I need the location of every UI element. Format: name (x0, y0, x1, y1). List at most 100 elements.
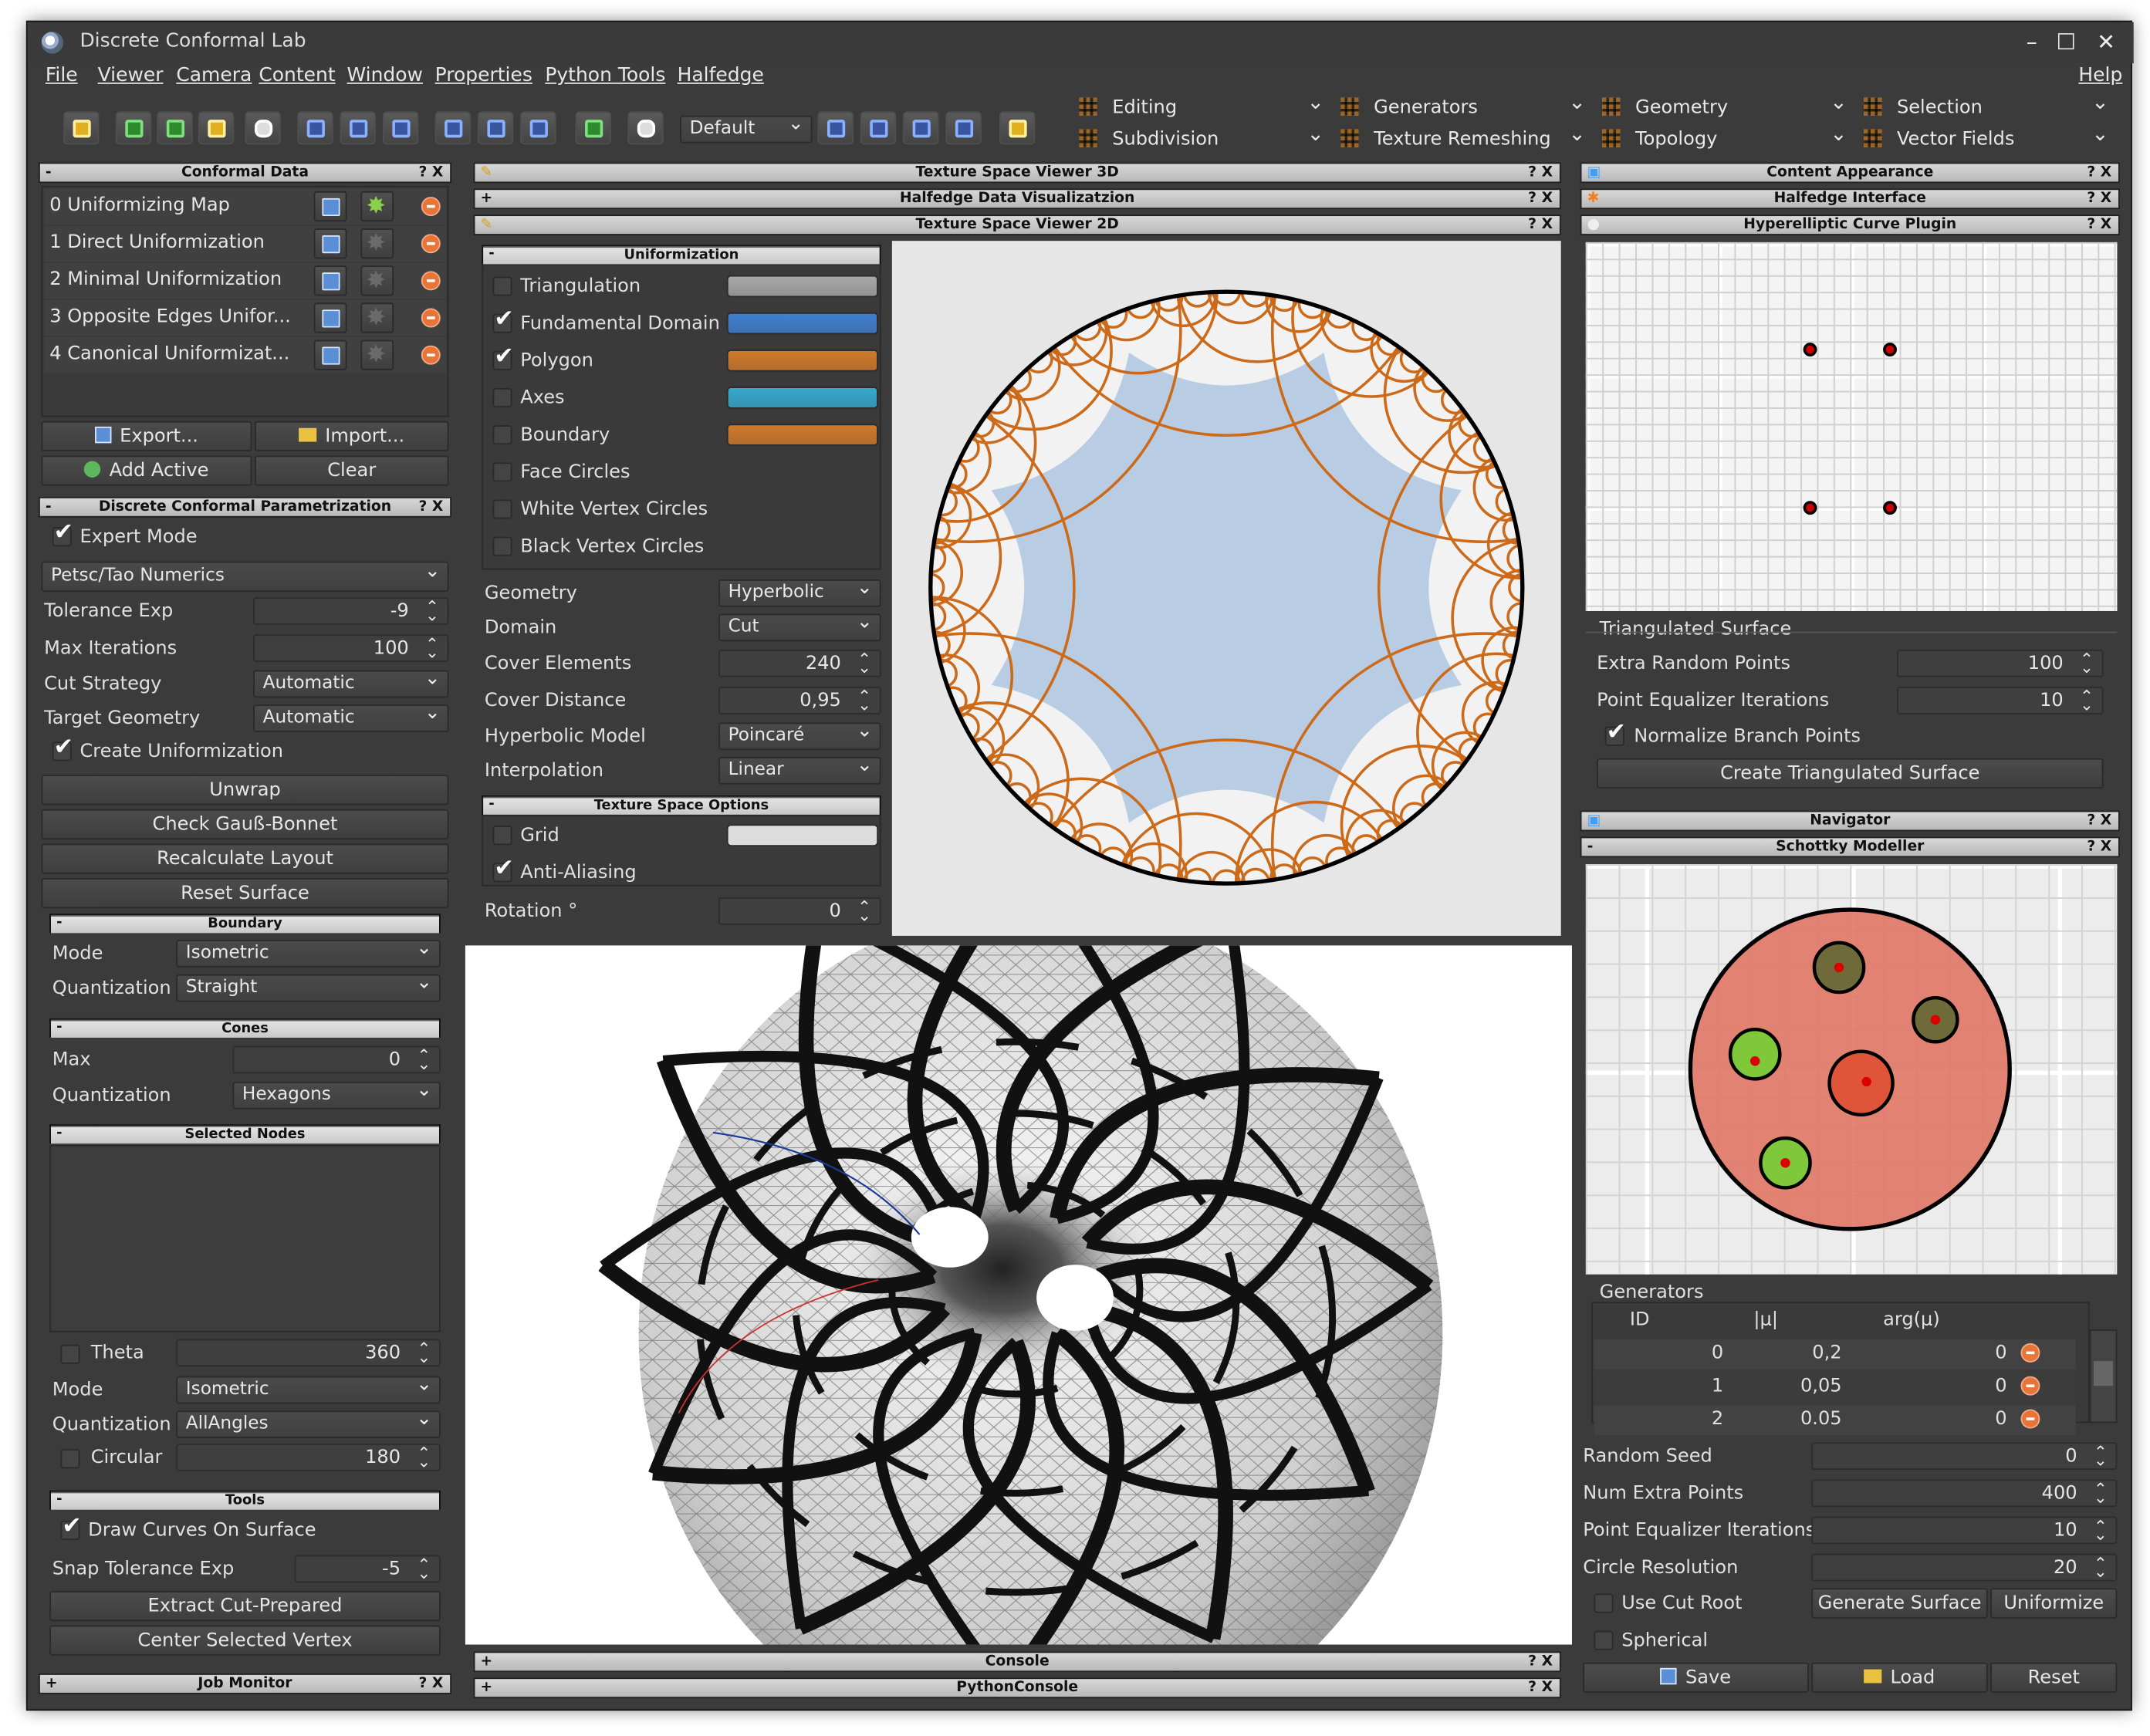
generator-circle[interactable] (1728, 1027, 1782, 1081)
python-icon[interactable] (999, 111, 1036, 145)
view-side-icon[interactable] (477, 111, 514, 145)
schottky-canvas[interactable] (1585, 864, 2118, 1275)
generator-center[interactable] (1834, 962, 1844, 973)
gear-icon[interactable]: ✸ (360, 228, 394, 259)
tolerance-spinner[interactable]: -9 (253, 595, 449, 627)
cones-header[interactable]: - Cones (49, 1018, 441, 1038)
random-seed-spinner[interactable]: 0 (1811, 1440, 2118, 1473)
layout-3-icon[interactable] (903, 111, 939, 145)
gear-icon[interactable]: ✸ (360, 339, 394, 370)
plugin-vector-fields[interactable]: Vector Fields (1858, 120, 2117, 153)
layout-2-icon[interactable] (860, 111, 897, 145)
zoom-icon[interactable] (198, 111, 235, 145)
nodes-mode-select[interactable]: Isometric (176, 1372, 441, 1404)
numerics-select[interactable]: Petsc/Tao Numerics (41, 557, 449, 592)
load-button[interactable]: Load (1811, 1662, 1988, 1693)
cover-distance-spinner[interactable]: 0,95 (718, 684, 881, 717)
layout-4-icon[interactable] (945, 111, 982, 145)
branch-point[interactable] (1883, 343, 1897, 356)
generator-center[interactable] (1780, 1157, 1790, 1168)
remove-icon[interactable] (421, 197, 441, 217)
reset-surface-button[interactable]: Reset Surface (41, 878, 449, 909)
halfedge-visualization-header[interactable]: + Halfedge Data Visualizatzion? X (473, 188, 1561, 210)
texture-space-2d-viewport[interactable] (891, 241, 1561, 936)
tsv2d-header[interactable]: ✎ Texture Space Viewer 2D? X (473, 214, 1561, 236)
view-front-icon[interactable] (434, 111, 472, 145)
rotation-spinner[interactable]: 0 (718, 894, 881, 927)
nodes-quantization-select[interactable]: AllAngles (176, 1407, 441, 1438)
menu-halfedge[interactable]: Halfedge (678, 65, 764, 87)
layer-checkbox[interactable] (492, 462, 512, 482)
draw-curves-checkbox[interactable] (60, 1512, 82, 1540)
menu-camera[interactable]: Camera (176, 65, 252, 87)
generator-circle[interactable] (1827, 1049, 1895, 1117)
layer-checkbox[interactable] (492, 306, 514, 333)
remove-icon[interactable] (421, 345, 441, 365)
use-cut-root-checkbox[interactable] (1594, 1593, 1614, 1613)
layer-checkbox[interactable] (492, 276, 512, 296)
menu-properties[interactable]: Properties (435, 65, 532, 87)
select-face-icon[interactable] (382, 111, 419, 145)
reset-button[interactable]: Reset (1990, 1662, 2118, 1693)
schottky-header[interactable]: - Schottky Modeller? X (1580, 836, 2120, 858)
sphere-icon[interactable] (245, 111, 281, 145)
plugin-editing[interactable]: Editing (1073, 88, 1332, 121)
layer-checkbox[interactable] (492, 343, 514, 370)
save-icon[interactable] (313, 265, 347, 296)
list-item[interactable]: 4 Canonical Uniformizat... ✸ (44, 337, 446, 373)
add-active-button[interactable]: Add Active (41, 455, 252, 486)
save-icon[interactable] (313, 191, 347, 222)
import-button[interactable]: Import... (254, 420, 449, 452)
snap-tolerance-spinner[interactable]: -5 (294, 1552, 441, 1586)
create-uniformization-checkbox[interactable] (52, 734, 73, 762)
circle-resolution-spinner[interactable]: 20 (1811, 1551, 2118, 1584)
plugin-selection[interactable]: Selection (1858, 88, 2117, 121)
layer-color-swatch[interactable] (726, 350, 879, 372)
layout-1-icon[interactable] (817, 111, 854, 145)
domain-select[interactable]: Cut (718, 610, 881, 642)
hyperbolic-model-select[interactable]: Poincaré (718, 718, 881, 751)
fit-view-icon[interactable] (115, 111, 152, 145)
target-geometry-select[interactable]: Automatic (253, 701, 449, 732)
navigator-header[interactable]: ▣ Navigator? X (1580, 810, 2120, 832)
dcp-header[interactable]: - Discrete Conformal Parametrization? X (38, 496, 452, 518)
conformal-data-header[interactable]: - Conformal Data? X (38, 162, 452, 184)
extra-random-points-spinner[interactable]: 100 (1896, 647, 2104, 680)
remove-icon[interactable] (421, 271, 441, 291)
expand-icon[interactable] (575, 111, 611, 145)
cones-quantization-select[interactable]: Hexagons (232, 1078, 441, 1109)
tsv3d-header[interactable]: ✎ Texture Space Viewer 3D? X (473, 162, 1561, 184)
gear-icon[interactable]: ✸ (360, 265, 394, 296)
halfedge-interface-header[interactable]: ✱ Halfedge Interface? X (1580, 188, 2120, 210)
remove-icon[interactable] (421, 234, 441, 254)
selected-nodes-header[interactable]: - Selected Nodes (49, 1124, 441, 1144)
tools-header[interactable]: - Tools (49, 1490, 441, 1510)
plugin-subdivision[interactable]: Subdivision (1073, 120, 1332, 153)
generator-center[interactable] (1749, 1055, 1760, 1066)
layer-checkbox[interactable] (492, 425, 512, 445)
extract-cut-prepared-button[interactable]: Extract Cut-Prepared (49, 1590, 441, 1622)
grid-color-swatch[interactable] (726, 824, 879, 846)
export-button[interactable]: Export... (41, 420, 252, 452)
recalculate-layout-button[interactable]: Recalculate Layout (41, 843, 449, 874)
job-monitor-header[interactable]: + Job Monitor? X (38, 1673, 452, 1694)
open-icon[interactable] (63, 111, 100, 145)
menu-content[interactable]: Content (259, 65, 335, 87)
branch-point[interactable] (1803, 501, 1817, 515)
layer-checkbox[interactable] (492, 499, 512, 519)
normalize-branch-points-checkbox[interactable] (1604, 718, 1626, 746)
minimize-icon[interactable]: – (2018, 29, 2046, 55)
close-icon[interactable]: ✕ (2092, 29, 2120, 55)
num-extra-points-spinner[interactable]: 400 (1811, 1477, 2118, 1510)
plugin-topology[interactable]: Topology (1597, 120, 1855, 153)
layer-color-swatch[interactable] (726, 275, 879, 298)
menu-viewer[interactable]: Viewer (98, 65, 164, 87)
remove-icon[interactable] (2020, 1376, 2040, 1396)
cones-max-spinner[interactable]: 0 (232, 1043, 441, 1076)
plugin-geometry[interactable]: Geometry (1597, 88, 1855, 121)
gear-icon[interactable]: ✸ (360, 191, 394, 222)
save-icon[interactable] (313, 339, 347, 370)
cut-strategy-select[interactable]: Automatic (253, 666, 449, 698)
view-top-icon[interactable] (520, 111, 556, 145)
select-edge-icon[interactable] (340, 111, 376, 145)
